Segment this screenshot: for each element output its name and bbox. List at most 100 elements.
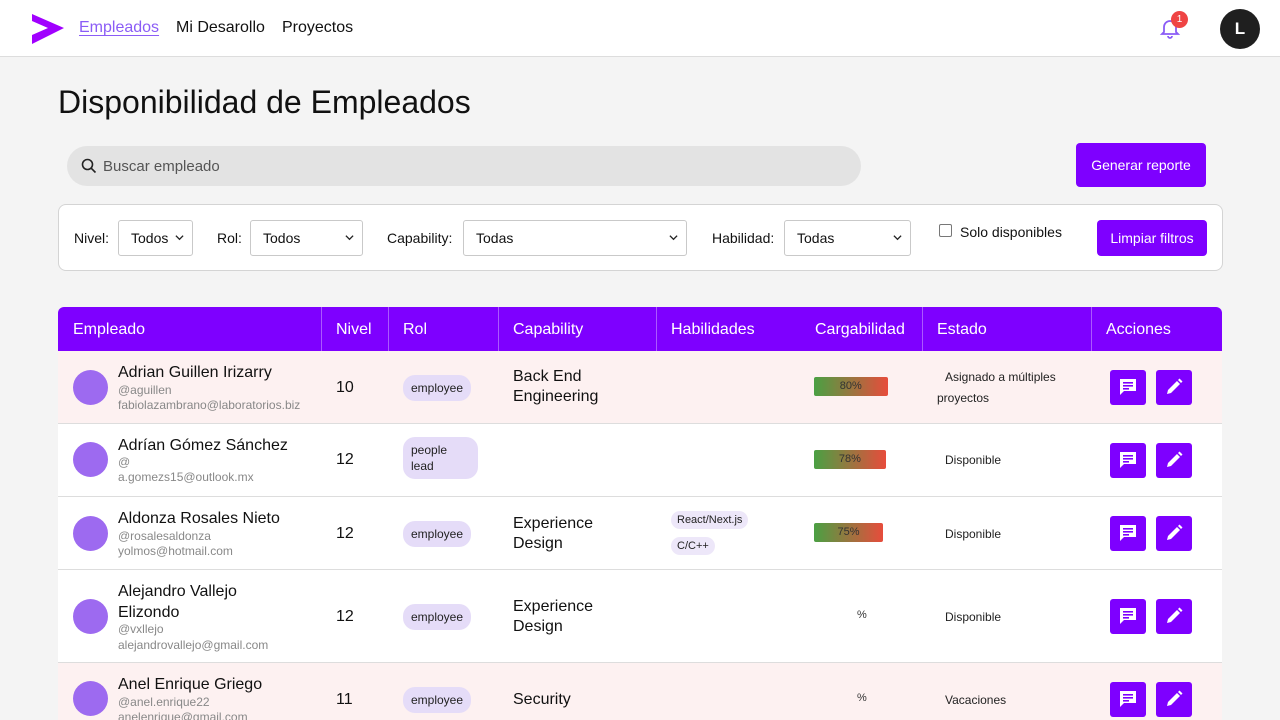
comment-button[interactable] (1110, 599, 1146, 634)
role-badge: employee (403, 604, 472, 630)
edit-button[interactable] (1156, 682, 1192, 717)
edit-button[interactable] (1156, 516, 1192, 551)
employee-email: fabiolazambrano@laboratorios.biz (118, 398, 301, 412)
employee-username: @ (118, 455, 131, 469)
comment-icon (1120, 691, 1136, 707)
filter-nivel-label: Nivel: (74, 230, 110, 246)
filter-panel: Nivel: Todos Rol: Todos Capability: Toda… (58, 204, 1223, 271)
clear-filters-button[interactable]: Limpiar filtros (1097, 220, 1207, 256)
comment-button[interactable] (1110, 370, 1146, 405)
employee-email: yolmos@hotmail.com (118, 544, 233, 558)
employee-name[interactable]: Alejandro Vallejo Elizondo (118, 581, 268, 623)
employee-name[interactable]: Adrían Gómez Sánchez (118, 435, 298, 456)
search-input[interactable] (103, 146, 843, 186)
solo-disponibles-label: Solo disponibles (960, 224, 1062, 240)
employee-username: @anel.enrique22 (118, 695, 210, 709)
edit-icon (1167, 690, 1183, 706)
employee-nivel: 11 (336, 691, 353, 708)
filter-rol-label: Rol: (217, 230, 242, 246)
chevron-down-icon (175, 235, 184, 241)
edit-button[interactable] (1156, 443, 1192, 478)
comment-button[interactable] (1110, 443, 1146, 478)
header-acciones: Acciones (1106, 321, 1171, 338)
employee-avatar (73, 516, 108, 551)
employee-nivel: 10 (336, 379, 354, 396)
employee-nivel: 12 (336, 451, 354, 468)
comment-icon (1120, 525, 1136, 541)
table-row[interactable]: Adrian Guillen Irizarry @aguillen fabiol… (58, 351, 1222, 424)
cargabilidad-text: % (857, 609, 867, 621)
comment-button[interactable] (1110, 682, 1146, 717)
employees-table: Empleado Nivel Rol Capability Habilidade… (58, 307, 1222, 720)
employee-email: anelenrique@gmail.com (118, 710, 248, 720)
employee-capability: Experience Design (513, 598, 594, 635)
employee-estado: Disponible (945, 527, 1002, 541)
page-title: Disponibilidad de Empleados (58, 84, 471, 120)
edit-icon (1167, 451, 1183, 467)
filter-habilidad-label: Habilidad: (712, 230, 775, 246)
filter-habilidad-value: Todas (797, 230, 835, 246)
search-bar (67, 146, 861, 186)
filter-capability-value: Todas (476, 230, 514, 246)
header-habilidades[interactable]: Habilidades (671, 321, 755, 339)
header-capability[interactable]: Capability (513, 321, 583, 339)
user-avatar[interactable]: L (1220, 9, 1260, 49)
nav-proyectos[interactable]: Proyectos (282, 19, 353, 37)
chevron-down-icon (893, 235, 902, 241)
employee-avatar (73, 599, 108, 634)
employee-username: @vxllejo (118, 622, 164, 636)
skill-badge: C/C++ (671, 537, 715, 555)
employee-username: @rosalesaldonza (118, 529, 211, 543)
role-badge: employee (403, 521, 472, 547)
nav-empleados[interactable]: Empleados (79, 19, 159, 37)
solo-disponibles-checkbox[interactable] (939, 224, 952, 237)
employee-username: @aguillen (118, 383, 172, 397)
header-estado[interactable]: Estado (937, 321, 987, 339)
employee-estado: Vacaciones (945, 693, 1007, 707)
cargabilidad-bar: 80% (814, 377, 888, 396)
table-row[interactable]: Aldonza Rosales Nieto @rosalesaldonza yo… (58, 497, 1222, 570)
filter-nivel-select[interactable]: Todos (118, 220, 193, 256)
header-nivel[interactable]: Nivel (336, 321, 372, 339)
header-cargabilidad[interactable]: Cargabilidad (815, 321, 905, 339)
cargabilidad-bar: 78% (814, 450, 886, 469)
employee-capability: Experience Design (513, 515, 594, 552)
header-empleado[interactable]: Empleado (73, 321, 145, 339)
edit-button[interactable] (1156, 599, 1192, 634)
filter-habilidad-select[interactable]: Todas (784, 220, 911, 256)
filter-capability-select[interactable]: Todas (463, 220, 687, 256)
cargabilidad-bar: 75% (814, 523, 883, 542)
employee-name[interactable]: Adrian Guillen Irizarry (118, 362, 298, 383)
employee-nivel: 12 (336, 608, 354, 625)
header-rol[interactable]: Rol (403, 321, 427, 339)
comment-icon (1120, 608, 1136, 624)
cargabilidad-text: % (857, 692, 867, 704)
generate-report-button[interactable]: Generar reporte (1076, 143, 1206, 187)
logo-icon[interactable] (30, 11, 66, 47)
nav-mi-desarollo[interactable]: Mi Desarollo (176, 19, 265, 37)
employee-avatar (73, 370, 108, 405)
comment-button[interactable] (1110, 516, 1146, 551)
role-badge: employee (403, 375, 472, 401)
employee-nivel: 12 (336, 525, 354, 542)
table-row[interactable]: Anel Enrique Griego @anel.enrique22 anel… (58, 663, 1222, 720)
employee-name[interactable]: Anel Enrique Griego (118, 674, 298, 695)
notification-badge: 1 (1171, 11, 1188, 28)
employee-name[interactable]: Aldonza Rosales Nieto (118, 508, 298, 529)
chevron-down-icon (345, 235, 354, 241)
employee-avatar (73, 681, 108, 716)
table-row[interactable]: Alejandro Vallejo Elizondo @vxllejo alej… (58, 570, 1222, 663)
employee-estado: Disponible (945, 610, 1002, 624)
role-badge: people lead (403, 437, 478, 479)
comment-icon (1120, 379, 1136, 395)
filter-rol-select[interactable]: Todos (250, 220, 363, 256)
employee-capability: Security (513, 691, 571, 708)
table-header: Empleado Nivel Rol Capability Habilidade… (58, 307, 1222, 351)
role-badge: employee (403, 687, 472, 713)
edit-button[interactable] (1156, 370, 1192, 405)
skill-badge: React/Next.js (671, 511, 749, 529)
employee-email: alejandrovallejo@gmail.com (118, 638, 269, 652)
edit-icon (1167, 607, 1183, 623)
top-nav: Empleados Mi Desarollo Proyectos 1 L (0, 0, 1280, 57)
table-row[interactable]: Adrían Gómez Sánchez @ a.gomezs15@outloo… (58, 424, 1222, 497)
